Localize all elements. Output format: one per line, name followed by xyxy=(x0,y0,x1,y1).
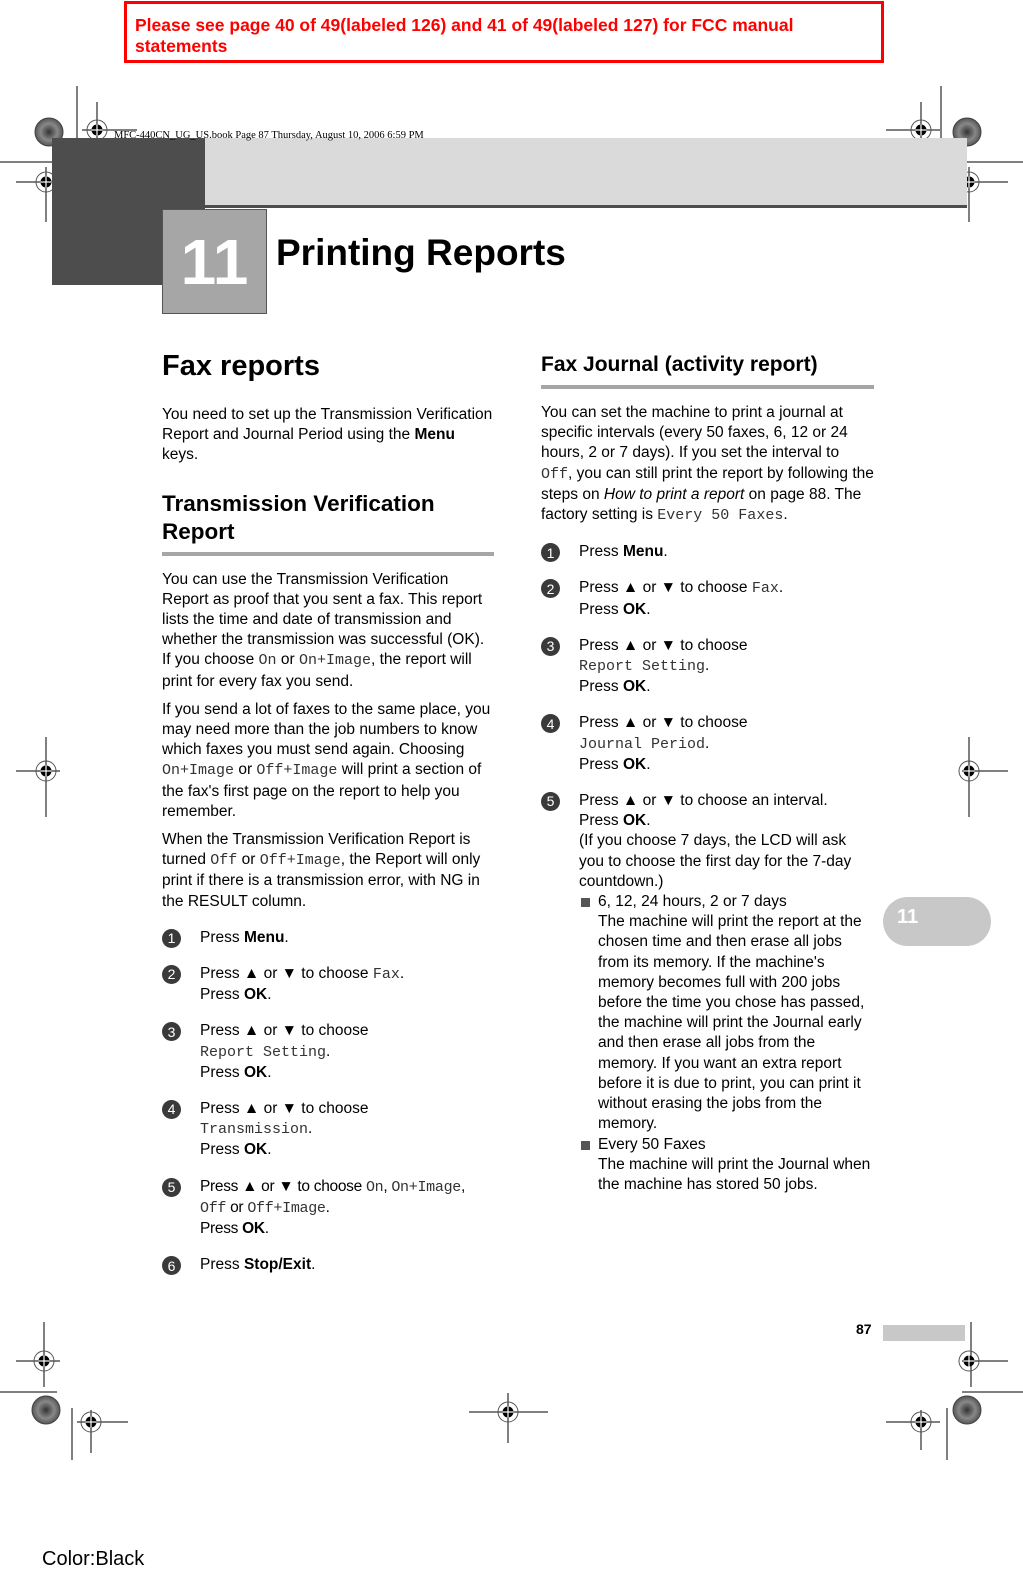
step: 3 Press ▲ or ▼ to choose Report Setting. P… xyxy=(162,1021,494,1083)
registration-mark-icon xyxy=(910,1411,932,1433)
step-list: 1 Press Menu. 2 Press ▲ or ▼ to choose F… xyxy=(541,542,874,1195)
step-number-icon: 4 xyxy=(162,1100,181,1120)
registration-mark-icon xyxy=(497,1401,519,1423)
chapter-title: Printing Reports xyxy=(276,232,566,273)
registration-mark-icon xyxy=(910,119,932,141)
section-title: Fax reports xyxy=(162,350,320,382)
registration-mark-icon xyxy=(80,1411,102,1433)
paragraph: If you send a lot of faxes to the same p… xyxy=(162,700,491,820)
step: 4 Press ▲ or ▼ to choose Transmission. Pre… xyxy=(162,1099,494,1161)
step-number-icon: 4 xyxy=(541,714,560,734)
registration-mark-icon xyxy=(958,1350,980,1372)
step-number-icon: 1 xyxy=(162,928,181,948)
step-number-icon: 2 xyxy=(162,965,181,985)
step: 5 Press ▲ or ▼ to choose On, On+Image, Of… xyxy=(162,1177,494,1240)
step-number-icon: 6 xyxy=(162,1256,181,1276)
right-column: Fax Journal (activity report) You can se… xyxy=(541,345,874,1211)
step: 2 Press ▲ or ▼ to choose Fax. Press OK. xyxy=(541,578,874,619)
subsection-title: Fax Journal (activity report) xyxy=(541,351,874,389)
interval-options: 6, 12, 24 hours, 2 or 7 days The machine … xyxy=(579,892,874,1195)
fcc-notice: Please see page 40 of 49(labeled 126) an… xyxy=(124,1,884,63)
step-number-icon: 2 xyxy=(541,579,560,599)
step: 1 Press Menu. xyxy=(162,928,494,948)
square-bullet-icon xyxy=(581,1140,590,1150)
step: 6 Press Stop/Exit. xyxy=(162,1255,494,1276)
registration-mark-icon xyxy=(33,1350,55,1372)
step-number-icon: 3 xyxy=(541,636,560,656)
footer-bar xyxy=(883,1325,965,1341)
step-number-icon: 5 xyxy=(541,792,560,812)
registration-mark-icon xyxy=(35,760,57,782)
star-target-icon xyxy=(952,1395,982,1425)
registration-mark-icon xyxy=(86,119,108,141)
registration-mark-icon xyxy=(958,760,980,782)
step: 4 Press ▲ or ▼ to choose Journal Period. P… xyxy=(541,713,874,775)
subsection-title: Transmission Verification Report xyxy=(162,490,494,556)
step: 5 Press ▲ or ▼ to choose an interval. Pre… xyxy=(541,791,874,1195)
chapter-number: 11 xyxy=(162,209,267,314)
intro-paragraph: You need to set up the Transmission Veri… xyxy=(162,406,493,464)
paragraph: When the Transmission Verification Repor… xyxy=(162,831,481,910)
step: 1 Press Menu. xyxy=(541,542,874,563)
square-bullet-icon xyxy=(581,898,590,908)
step-note: (If you choose 7 days, the LCD will ask … xyxy=(579,832,852,890)
list-item: Every 50 Faxes The machine will print the… xyxy=(579,1135,874,1196)
color-label: Color:Black xyxy=(42,1548,145,1570)
chapter-side-tab: 11 xyxy=(883,897,991,946)
step-list: 1 Press Menu. 2 Press ▲ or ▼ to choose F… xyxy=(162,928,494,1276)
star-target-icon xyxy=(31,1395,61,1425)
left-column: Fax reports You need to set up the Trans… xyxy=(162,345,494,1292)
book-meta: MFC-440CN_UG_US.book Page 87 Thursday, A… xyxy=(114,130,424,141)
fcc-notice-text: Please see page 40 of 49(labeled 126) an… xyxy=(135,15,794,56)
intro-paragraph: You can set the machine to print a journ… xyxy=(541,404,874,525)
page-number: 87 xyxy=(856,1321,872,1337)
step: 3 Press ▲ or ▼ to choose Report Setting. P… xyxy=(541,636,874,698)
paragraph: You can use the Transmission Verificatio… xyxy=(162,570,485,690)
step-number-icon: 1 xyxy=(541,543,560,563)
step: 2 Press ▲ or ▼ to choose Fax. Press OK. xyxy=(162,964,494,1005)
list-item: 6, 12, 24 hours, 2 or 7 days The machine … xyxy=(579,892,874,1134)
step-number-icon: 3 xyxy=(162,1022,181,1042)
step-number-icon: 5 xyxy=(162,1177,181,1197)
header-light-band xyxy=(205,138,967,208)
